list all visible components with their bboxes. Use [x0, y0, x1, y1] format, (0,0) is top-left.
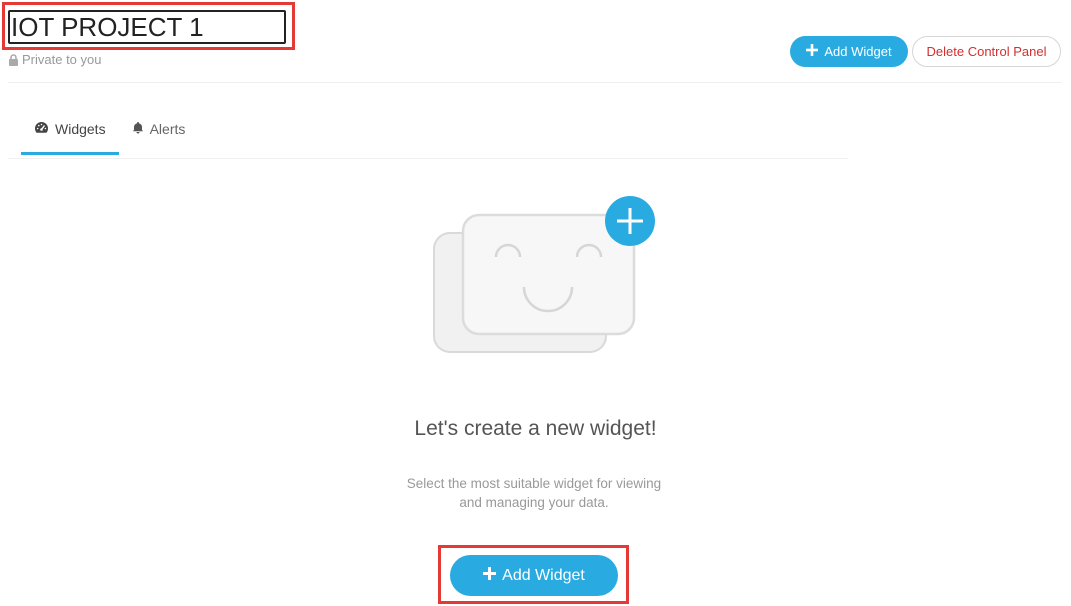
header-divider [8, 82, 1061, 83]
project-title-input[interactable] [8, 10, 286, 44]
tab-alerts-label: Alerts [149, 121, 186, 137]
add-widget-button-header[interactable]: Add Widget [790, 36, 908, 67]
privacy-indicator: Private to you [8, 52, 102, 67]
add-widget-label: Add Widget [824, 44, 892, 59]
empty-state-subtitle-line1: Select the most suitable widget for view… [406, 476, 662, 491]
plus-icon [806, 44, 819, 59]
add-widget-main-label: Add Widget [502, 566, 585, 584]
tab-bar: Widgets Alerts [21, 110, 198, 158]
control-panel-page: Private to you Add Widget Delete Control… [0, 0, 1071, 606]
dashboard-gauge-icon [34, 121, 49, 137]
tabs-divider [8, 158, 848, 159]
tab-widgets-label: Widgets [55, 121, 106, 137]
tab-alerts[interactable]: Alerts [119, 110, 199, 148]
empty-state-title: Let's create a new widget! [414, 417, 657, 440]
add-widget-button-main[interactable]: Add Widget [450, 555, 618, 596]
empty-state-subtitle-line2: and managing your data. [459, 495, 609, 510]
empty-state-subtitle: Select the most suitable widget for view… [384, 474, 684, 512]
delete-control-panel-button[interactable]: Delete Control Panel [912, 36, 1061, 67]
plus-icon [483, 566, 497, 585]
bell-icon [132, 121, 144, 137]
lock-icon [8, 53, 19, 66]
privacy-text: Private to you [22, 52, 102, 67]
smiling-widget-card-plus-icon [432, 195, 657, 355]
tab-widgets[interactable]: Widgets [21, 110, 119, 155]
